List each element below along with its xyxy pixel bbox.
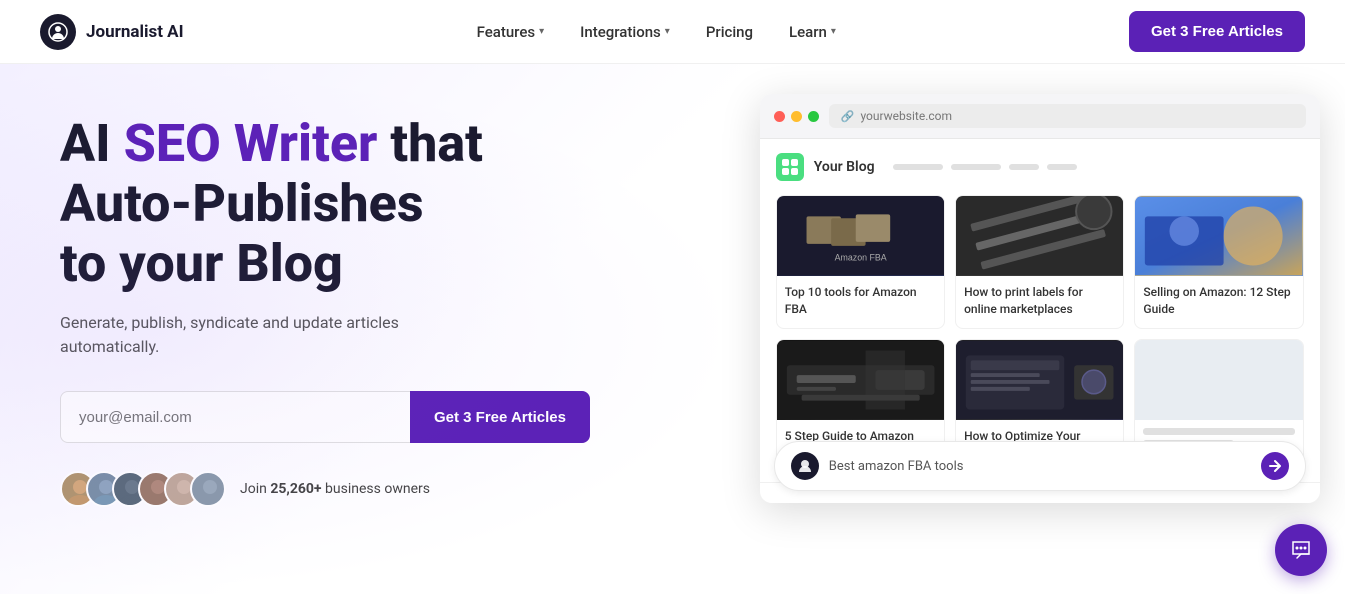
maximize-dot	[808, 111, 819, 122]
chat-widget-button[interactable]	[1275, 524, 1327, 576]
hero-section: AI SEO Writer thatAuto-Publishesto your …	[0, 64, 740, 594]
main-content: AI SEO Writer thatAuto-Publishesto your …	[0, 64, 1345, 594]
article-thumbnail	[1135, 196, 1302, 276]
url-bar: 🔗 yourwebsite.com	[829, 104, 1306, 128]
article-card: How to print labels for online marketpla…	[955, 195, 1124, 329]
blog-logo-icon	[776, 153, 804, 181]
minimize-dot	[791, 111, 802, 122]
browser-content: Your Blog	[760, 139, 1320, 482]
social-proof: Join 25,260+ business owners	[60, 471, 700, 507]
close-dot	[774, 111, 785, 122]
article-title: Selling on Amazon: 12 Step Guide	[1135, 276, 1302, 328]
browser-dots	[774, 111, 819, 122]
nav-line	[1047, 164, 1077, 170]
logo-text: Journalist AI	[86, 22, 184, 42]
chat-send-button[interactable]	[1261, 452, 1289, 480]
nav-line	[951, 164, 1001, 170]
article-thumbnail	[956, 196, 1123, 276]
nav-line	[1009, 164, 1039, 170]
article-title: Top 10 tools for Amazon FBA	[777, 276, 944, 328]
article-title: How to print labels for online marketpla…	[956, 276, 1123, 328]
link-icon: 🔗	[841, 110, 855, 123]
blog-nav	[893, 164, 1077, 170]
article-thumbnail	[956, 340, 1123, 420]
main-nav: Features ▾ Integrations ▾ Pricing Learn …	[477, 23, 836, 41]
chat-bar[interactable]: Best amazon FBA tools	[774, 441, 1306, 491]
nav-learn[interactable]: Learn ▾	[789, 23, 836, 41]
chevron-down-icon: ▾	[539, 26, 544, 37]
avatar-group	[60, 471, 226, 507]
article-card: Selling on Amazon: 12 Step Guide	[1134, 195, 1303, 329]
blog-header: Your Blog	[776, 153, 1304, 181]
avatar	[190, 471, 226, 507]
nav-line	[893, 164, 943, 170]
browser-mockup-container: 🔗 yourwebsite.com Your	[740, 64, 1345, 594]
chat-bot-icon	[791, 452, 819, 480]
nav-integrations[interactable]: Integrations ▾	[580, 23, 670, 41]
logo-icon	[40, 14, 76, 50]
chevron-down-icon: ▾	[831, 26, 836, 37]
logo[interactable]: Journalist AI	[40, 14, 184, 50]
browser-window: 🔗 yourwebsite.com Your	[760, 94, 1320, 503]
article-card: Amazon FBA Top 10 tools for Amazon FBA	[776, 195, 945, 329]
blog-title: Your Blog	[814, 159, 875, 175]
header: Journalist AI Features ▾ Integrations ▾ …	[0, 0, 1345, 64]
svg-text:Amazon FBA: Amazon FBA	[834, 253, 886, 263]
article-thumbnail-placeholder	[1135, 340, 1302, 420]
nav-features[interactable]: Features ▾	[477, 23, 545, 41]
social-proof-text: Join 25,260+ business owners	[240, 481, 430, 497]
nav-pricing[interactable]: Pricing	[706, 23, 753, 41]
hero-subtitle: Generate, publish, syndicate and update …	[60, 311, 480, 359]
browser-bar: 🔗 yourwebsite.com	[760, 94, 1320, 139]
chat-bar-wrapper: Best amazon FBA tools	[760, 482, 1320, 503]
email-input[interactable]	[60, 391, 410, 443]
header-cta-button[interactable]: Get 3 Free Articles	[1129, 11, 1305, 52]
articles-grid: Amazon FBA Top 10 tools for Amazon FBA	[776, 195, 1304, 472]
hero-title: AI SEO Writer thatAuto-Publishesto your …	[60, 114, 700, 293]
email-form: Get 3 Free Articles	[60, 391, 590, 443]
chat-input[interactable]: Best amazon FBA tools	[829, 459, 1251, 474]
chevron-down-icon: ▾	[665, 26, 670, 37]
hero-cta-button[interactable]: Get 3 Free Articles	[410, 391, 590, 443]
article-thumbnail	[777, 340, 944, 420]
article-thumbnail: Amazon FBA	[777, 196, 944, 276]
